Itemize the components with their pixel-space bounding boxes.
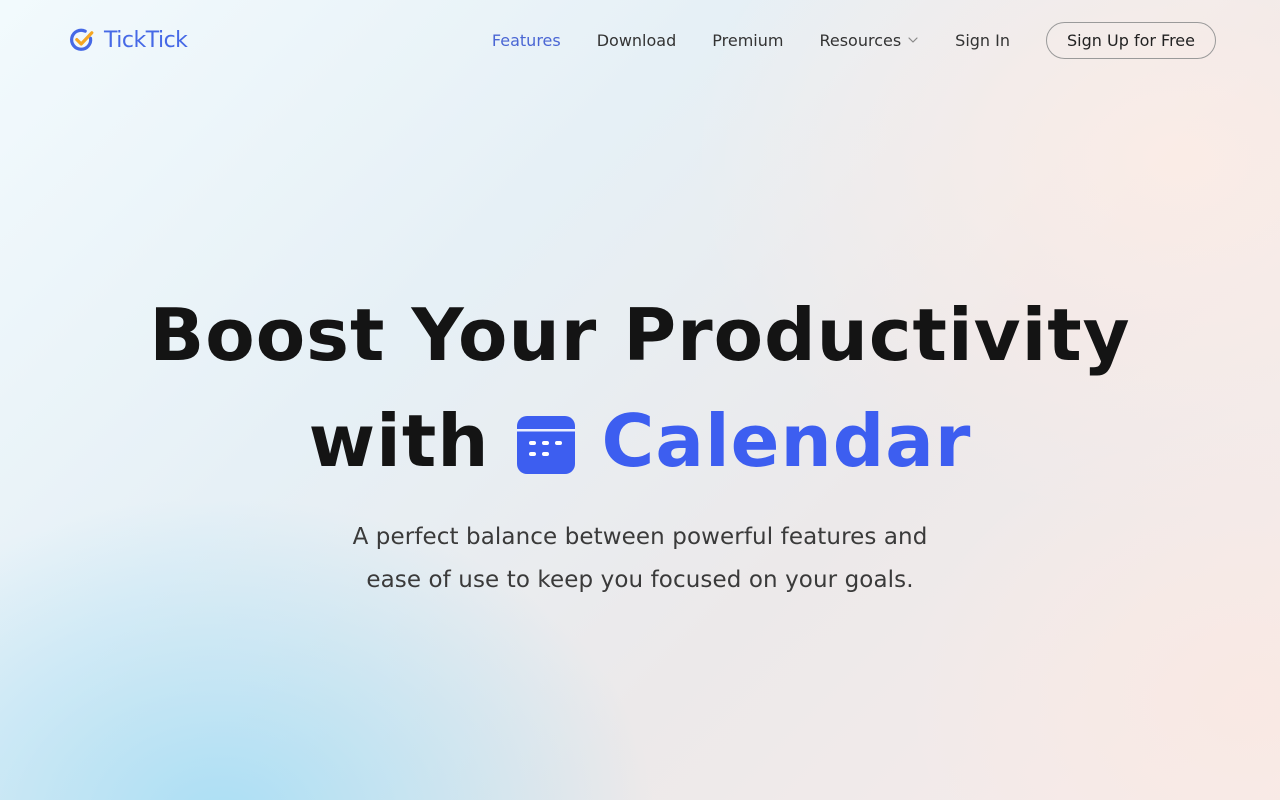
hero-section: Boost Your Productivity with Calendar A … — [0, 282, 1280, 602]
nav-features[interactable]: Features — [492, 31, 561, 50]
brand-name: TickTick — [104, 27, 188, 53]
nav-premium[interactable]: Premium — [712, 31, 783, 50]
nav-sign-in[interactable]: Sign In — [955, 31, 1010, 50]
nav-download[interactable]: Download — [597, 31, 677, 50]
nav-resources-label: Resources — [819, 30, 902, 50]
sign-up-button[interactable]: Sign Up for Free — [1046, 21, 1216, 59]
hero-subtitle: A perfect balance between powerful featu… — [352, 524, 928, 593]
ticktick-logo[interactable]: TickTick — [68, 26, 188, 54]
hero-title: Boost Your Productivity with Calendar — [0, 282, 1280, 494]
hero-title-line1: Boost Your Productivity — [149, 293, 1131, 377]
site-header: TickTick Features Download Premium Resou… — [0, 0, 1280, 80]
hero-title-highlight: Calendar — [601, 399, 972, 483]
ticktick-check-icon — [70, 28, 94, 51]
hero-title-prefix: with — [308, 399, 490, 483]
hero-title-line2: with Calendar — [309, 388, 972, 494]
calendar-icon — [516, 416, 575, 474]
nav-resources[interactable]: Resources — [819, 31, 919, 50]
chevron-down-icon — [908, 37, 918, 43]
main-nav: Features Download Premium Resources Sign… — [456, 21, 1216, 59]
